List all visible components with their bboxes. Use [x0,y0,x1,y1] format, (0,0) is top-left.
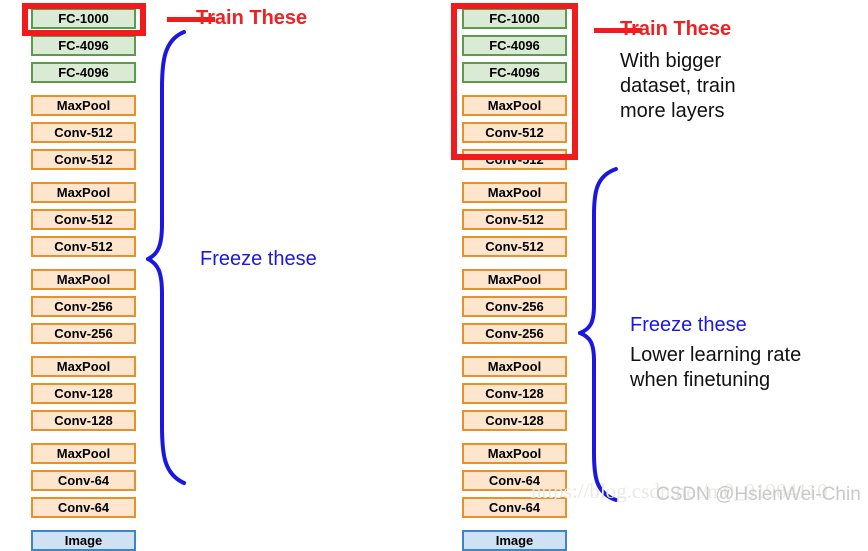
layer-box-conv-512: Conv-512 [462,122,567,143]
layer-box-image: Image [462,530,567,551]
left-train-label: Train These [196,7,308,29]
layer-box-maxpool: MaxPool [462,95,567,116]
left-freeze-label: Freeze these [200,248,317,270]
right-train-label: Train These [620,18,732,40]
layer-box-conv-128: Conv-128 [31,410,136,431]
right-freeze-note: Lower learning rate when finetuning [630,344,802,391]
layer-box-maxpool: MaxPool [462,356,567,377]
watermark-author: CSDN @HsienWei-Chin [656,484,861,505]
layer-box-conv-256: Conv-256 [462,296,567,317]
layer-box-conv-64: Conv-64 [462,470,567,491]
layer-box-conv-512: Conv-512 [31,236,136,257]
layer-box-maxpool: MaxPool [462,269,567,290]
layer-box-conv-512: Conv-512 [31,149,136,170]
layer-box-conv-64: Conv-64 [462,497,567,518]
right-freeze-label: Freeze these [630,314,747,336]
layer-box-maxpool: MaxPool [31,182,136,203]
layer-box-conv-256: Conv-256 [31,296,136,317]
layer-box-maxpool: MaxPool [31,95,136,116]
layer-box-maxpool: MaxPool [462,182,567,203]
layer-box-conv-128: Conv-128 [462,410,567,431]
watermark-url: https://blog.csdn.net/m0_01984110 [531,479,828,503]
layer-box-fc-1000: FC-1000 [31,8,136,29]
layer-box-conv-512: Conv-512 [31,209,136,230]
layer-box-maxpool: MaxPool [31,269,136,290]
layer-box-conv-512: Conv-512 [462,236,567,257]
layer-box-fc-4096: FC-4096 [462,35,567,56]
layer-box-fc-4096: FC-4096 [31,35,136,56]
layer-box-conv-512: Conv-512 [31,122,136,143]
right-train-note: With bigger dataset, train more layers [620,50,736,122]
layer-box-maxpool: MaxPool [462,443,567,464]
layer-box-conv-128: Conv-128 [462,383,567,404]
right-freeze-brace [578,167,618,502]
layer-box-fc-4096: FC-4096 [462,62,567,83]
layer-box-conv-256: Conv-256 [31,323,136,344]
layer-box-image: Image [31,530,136,551]
layer-box-conv-128: Conv-128 [31,383,136,404]
layer-box-conv-64: Conv-64 [31,470,136,491]
layer-box-conv-512: Conv-512 [462,149,567,170]
left-freeze-brace [146,30,186,485]
layer-box-conv-64: Conv-64 [31,497,136,518]
layer-box-maxpool: MaxPool [31,443,136,464]
layer-box-fc-1000: FC-1000 [462,8,567,29]
layer-box-conv-256: Conv-256 [462,323,567,344]
layer-box-fc-4096: FC-4096 [31,62,136,83]
layer-box-maxpool: MaxPool [31,356,136,377]
layer-box-conv-512: Conv-512 [462,209,567,230]
diagram-canvas: FC-1000 FC-4096 FC-4096 MaxPool Conv-512 Conv… [0,0,868,551]
